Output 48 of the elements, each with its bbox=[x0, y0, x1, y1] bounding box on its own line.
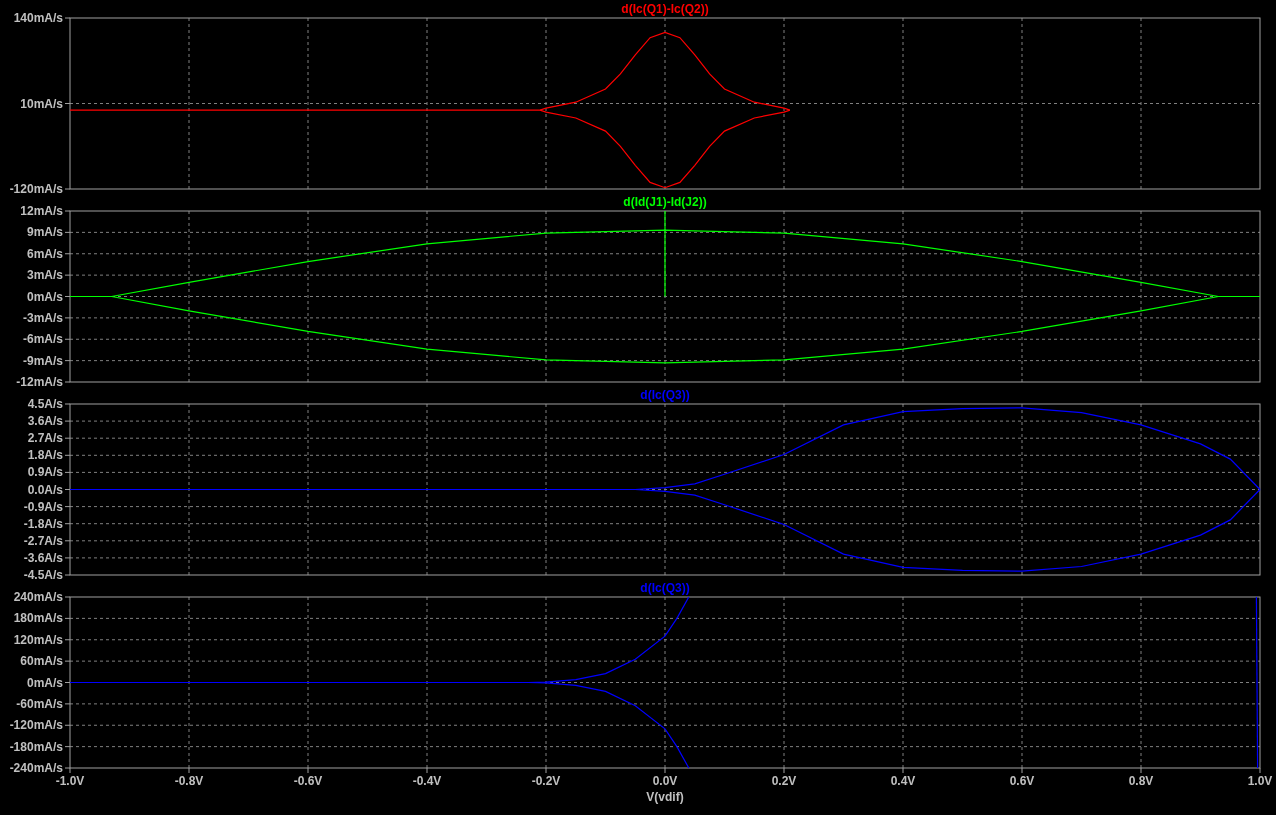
y-tick-label: 3mA/s bbox=[26, 268, 63, 283]
y-tick-label: -1.8A/s bbox=[23, 516, 63, 531]
y-tick-label: 180mA/s bbox=[13, 611, 63, 626]
y-tick-label: 6mA/s bbox=[26, 246, 63, 261]
y-tick-label: 60mA/s bbox=[20, 654, 63, 669]
x-tick-label: -0.4V bbox=[412, 774, 442, 788]
x-tick-label: -1.0V bbox=[55, 774, 85, 788]
y-tick-label: 1.8A/s bbox=[27, 448, 63, 463]
y-tick-label: -60mA/s bbox=[16, 696, 63, 711]
y-tick-label: 10mA/s bbox=[20, 96, 63, 111]
trace-label: d(Ic(Q3)) bbox=[640, 388, 690, 402]
x-tick-label: -0.8V bbox=[174, 774, 204, 788]
x-tick-label: 0.0V bbox=[652, 774, 678, 788]
x-tick-label: 0.8V bbox=[1128, 774, 1154, 788]
x-tick-label: -0.6V bbox=[293, 774, 323, 788]
x-tick-label: -0.2V bbox=[531, 774, 561, 788]
x-tick-label: 0.6V bbox=[1009, 774, 1035, 788]
y-tick-label: 120mA/s bbox=[13, 632, 63, 647]
y-tick-label: -0.9A/s bbox=[23, 499, 63, 514]
y-tick-label: -2.7A/s bbox=[23, 533, 63, 548]
y-tick-label: -4.5A/s bbox=[23, 568, 63, 579]
y-tick-label: 140mA/s bbox=[13, 11, 63, 25]
trace-label: d(Ic(Q3)) bbox=[640, 581, 690, 595]
y-tick-label: -120mA/s bbox=[9, 182, 63, 193]
y-tick-label: 2.7A/s bbox=[27, 431, 63, 446]
y-tick-label: -3.6A/s bbox=[23, 550, 63, 565]
y-tick-label: -120mA/s bbox=[9, 718, 63, 733]
x-axis-title: V(vdif) bbox=[646, 790, 684, 804]
x-tick-label: 0.4V bbox=[890, 774, 916, 788]
y-tick-label: -9mA/s bbox=[23, 353, 63, 368]
y-tick-label: -6mA/s bbox=[23, 332, 63, 347]
y-tick-label: 4.5A/s bbox=[27, 397, 63, 411]
trace-label: d(Id(J1)-Id(J2)) bbox=[623, 195, 707, 209]
x-tick-label: 1.0V bbox=[1247, 774, 1273, 788]
y-tick-label: 240mA/s bbox=[13, 590, 63, 604]
x-tick-label: 0.2V bbox=[771, 774, 797, 788]
y-tick-label: 0mA/s bbox=[26, 289, 63, 304]
y-tick-label: -180mA/s bbox=[9, 739, 63, 754]
y-tick-label: 0.0A/s bbox=[27, 482, 63, 497]
y-tick-label: 0mA/s bbox=[26, 675, 63, 690]
y-tick-label: -3mA/s bbox=[23, 310, 63, 325]
y-tick-label: -12mA/s bbox=[16, 375, 63, 386]
y-tick-label: 0.9A/s bbox=[27, 465, 63, 480]
y-tick-label: 9mA/s bbox=[26, 225, 63, 240]
trace-label: d(Ic(Q1)-Ic(Q2)) bbox=[621, 2, 709, 16]
y-tick-label: -240mA/s bbox=[9, 761, 63, 775]
y-tick-label: 3.6A/s bbox=[27, 414, 63, 429]
y-tick-label: 12mA/s bbox=[20, 204, 63, 218]
